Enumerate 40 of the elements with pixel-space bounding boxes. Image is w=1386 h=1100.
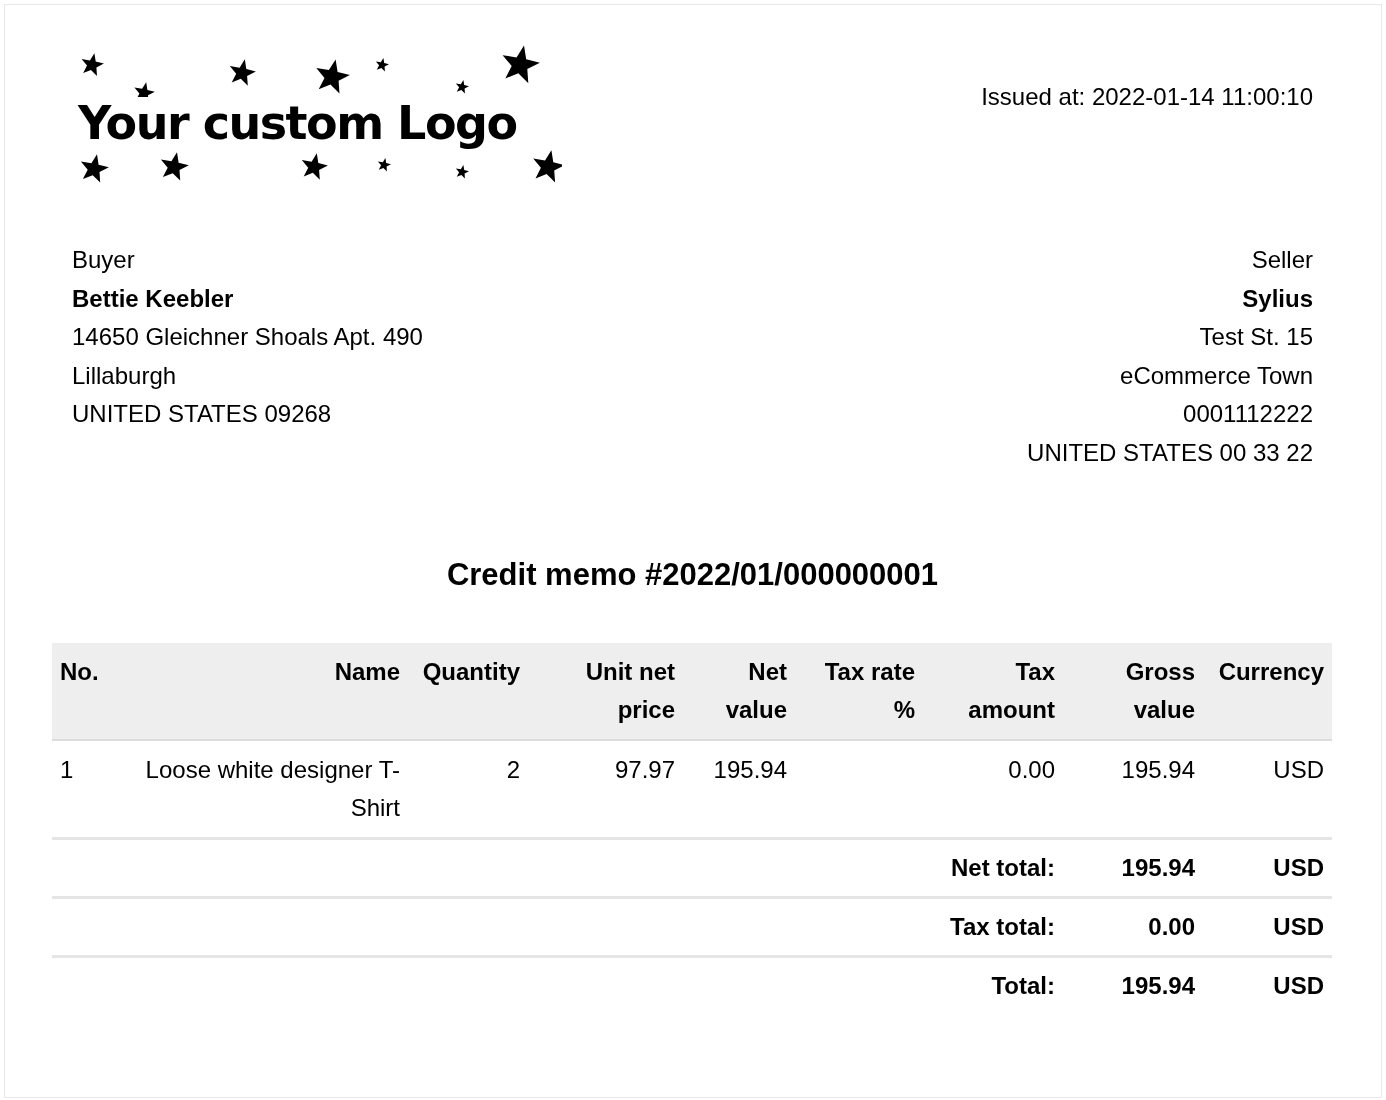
table-cell: 1 [60,755,74,783]
total-value: 195.94 [1121,971,1195,999]
buyer-name: Bettie Keebler [72,283,235,314]
table-cell: 97.97 [614,755,675,783]
total-currency: USD [1273,971,1324,999]
seller-name: Sylius [1242,283,1313,314]
seller-address-line: UNITED STATES 00 33 22 [1027,437,1313,468]
table-cell: 195.94 [1121,755,1195,783]
table-cell: Loose white designer T-Shirt [145,755,400,821]
column-header: Tax amount [967,656,1056,725]
credit-memo-title: Credit memo #2022/01/000000001 [446,556,939,594]
total-label: Net total: [951,853,1055,881]
column-header: Quantity [421,656,521,687]
table-cell: 2 [506,755,520,783]
buyer-address-line: UNITED STATES 09268 [72,399,333,429]
seller-address-line: Test St. 15 [1199,322,1313,352]
buyer-address-line: Lillaburgh [72,360,178,391]
seller-address-line: eCommerce Town [1120,360,1313,391]
buyer-label: Buyer [72,245,136,275]
total-value: 195.94 [1121,853,1195,881]
column-header: Name [333,656,401,687]
table-cell: 0.00 [1008,755,1055,783]
column-header: Currency [1217,656,1325,687]
total-label: Total: [991,971,1055,999]
total-value: 0.00 [1148,912,1195,940]
column-header: Tax rate % [823,656,916,725]
table-cell: 195.94 [713,755,787,783]
issued-at: Issued at: 2022-01-14 11:00:10 [981,82,1313,112]
total-label: Tax total: [950,912,1055,940]
table-cell: USD [1273,755,1324,783]
column-header: No. [59,656,100,687]
seller-label: Seller [1251,245,1313,275]
column-header: Gross value [1124,656,1196,725]
buyer-address-line: 14650 Gleichner Shoals Apt. 490 [72,322,423,352]
logo-text: Your custom Logo [78,97,518,149]
column-header: Unit net price [584,656,676,725]
column-header: Net value [724,656,788,725]
total-currency: USD [1273,912,1324,940]
seller-address-line: 0001112222 [1183,399,1313,429]
total-currency: USD [1273,853,1324,881]
